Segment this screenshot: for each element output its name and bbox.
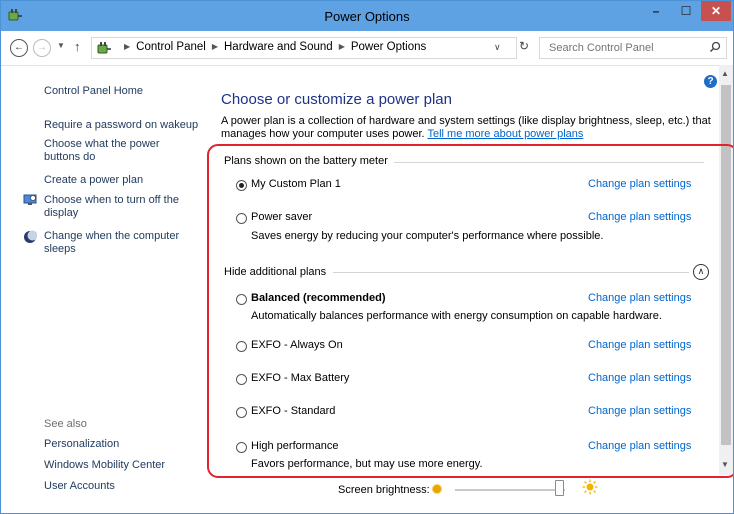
plan-name: Balanced (recommended) bbox=[251, 292, 386, 304]
change-plan-settings-link[interactable]: Change plan settings bbox=[588, 440, 691, 452]
require-password-link[interactable]: Require a password on wakeup bbox=[44, 119, 204, 132]
change-plan-settings-link[interactable]: Change plan settings bbox=[588, 405, 691, 417]
change-plan-settings-link[interactable]: Change plan settings bbox=[588, 339, 691, 351]
plan-name: High performance bbox=[251, 440, 339, 452]
group-divider bbox=[394, 162, 704, 163]
forward-arrow-icon[interactable]: → bbox=[33, 39, 51, 57]
see-also-heading: See also bbox=[44, 418, 87, 430]
brightness-high-icon bbox=[582, 479, 598, 495]
plan-name: Power saver bbox=[251, 211, 313, 223]
hide-additional-plans-label: Hide additional plans bbox=[224, 266, 327, 278]
computer-sleeps-link[interactable]: Change when the computer sleeps bbox=[44, 230, 189, 256]
plan-name: EXFO - Standard bbox=[251, 405, 336, 417]
plan-radio-high-performance[interactable] bbox=[236, 442, 247, 453]
scroll-thumb[interactable] bbox=[721, 85, 731, 445]
search-icon[interactable] bbox=[709, 41, 721, 53]
breadcrumb-power-options[interactable]: Power Options bbox=[351, 41, 426, 53]
main-content: ? Choose or customize a power plan A pow… bbox=[211, 65, 719, 513]
address-toolbar: ← → ▼ ↑ ▶ Control Panel ▶ Hardware and Soun… bbox=[1, 31, 733, 66]
monitor-icon bbox=[23, 194, 37, 205]
plan-radio-power-saver[interactable] bbox=[236, 213, 247, 224]
maximize-button[interactable]: ☐ bbox=[672, 1, 700, 21]
group-divider bbox=[333, 272, 689, 273]
search-box[interactable] bbox=[539, 37, 727, 59]
close-button[interactable]: ✕ bbox=[701, 1, 731, 21]
tell-me-more-link[interactable]: Tell me more about power plans bbox=[427, 128, 583, 140]
collapse-chevron-up-icon[interactable]: ∧ bbox=[693, 264, 709, 280]
screen-brightness-label: Screen brightness: bbox=[338, 484, 430, 496]
control-panel-icon bbox=[97, 42, 111, 54]
change-plan-settings-link[interactable]: Change plan settings bbox=[588, 211, 691, 223]
plan-name: EXFO - Always On bbox=[251, 339, 343, 351]
help-icon[interactable]: ? bbox=[704, 75, 717, 88]
window-title: Power Options bbox=[324, 9, 410, 24]
breadcrumb-hardware-and-sound[interactable]: Hardware and Sound bbox=[224, 41, 333, 53]
power-buttons-link[interactable]: Choose what the power buttons do bbox=[44, 138, 184, 164]
plan-radio-exfo-standard[interactable] bbox=[236, 407, 247, 418]
brightness-slider-track[interactable] bbox=[455, 489, 565, 491]
plan-radio-exfo-always-on[interactable] bbox=[236, 341, 247, 352]
windows-mobility-center-link[interactable]: Windows Mobility Center bbox=[44, 459, 204, 472]
power-options-window: Power Options – ☐ ✕ ← → ▼ ↑ ▶ Control Pan… bbox=[0, 0, 734, 514]
change-plan-settings-link[interactable]: Change plan settings bbox=[588, 372, 691, 384]
plan-radio-my-custom-plan[interactable] bbox=[236, 180, 247, 191]
search-input[interactable] bbox=[540, 38, 709, 58]
control-panel-home-link[interactable]: Control Panel Home bbox=[44, 85, 204, 98]
intro-text: A power plan is a collection of hardware… bbox=[221, 115, 713, 141]
plan-description: Favors performance, but may use more ene… bbox=[251, 458, 483, 470]
address-bar[interactable]: ▶ Control Panel ▶ Hardware and Sound ▶ Power … bbox=[91, 37, 517, 59]
brightness-low-icon bbox=[433, 485, 441, 493]
back-arrow-icon[interactable]: ← bbox=[10, 39, 28, 57]
personalization-link[interactable]: Personalization bbox=[44, 438, 204, 451]
moon-icon bbox=[24, 230, 37, 243]
breadcrumb-separator-icon[interactable]: ▶ bbox=[124, 42, 130, 51]
battery-meter-group-label: Plans shown on the battery meter bbox=[224, 155, 388, 167]
breadcrumb-control-panel[interactable]: Control Panel bbox=[136, 41, 206, 53]
user-accounts-link[interactable]: User Accounts bbox=[44, 480, 204, 493]
breadcrumb-separator-icon[interactable]: ▶ bbox=[339, 42, 345, 51]
address-dropdown-chevron-icon[interactable]: ∨ bbox=[494, 42, 501, 53]
change-plan-settings-link[interactable]: Change plan settings bbox=[588, 292, 691, 304]
plan-radio-balanced[interactable] bbox=[236, 294, 247, 305]
refresh-icon[interactable]: ↻ bbox=[519, 39, 529, 53]
plan-radio-exfo-max-battery[interactable] bbox=[236, 374, 247, 385]
create-power-plan-link[interactable]: Create a power plan bbox=[44, 174, 204, 187]
brightness-slider-thumb[interactable] bbox=[555, 480, 564, 496]
up-arrow-icon[interactable]: ↑ bbox=[74, 39, 81, 54]
plan-description: Automatically balances performance with … bbox=[251, 310, 662, 322]
change-plan-settings-link[interactable]: Change plan settings bbox=[588, 178, 691, 190]
vertical-scrollbar[interactable]: ▲ ▼ bbox=[719, 65, 733, 475]
recent-locations-chevron-icon[interactable]: ▼ bbox=[57, 41, 65, 50]
breadcrumb-separator-icon[interactable]: ▶ bbox=[212, 42, 218, 51]
breadcrumb: ▶ Control Panel ▶ Hardware and Sound ▶ Power … bbox=[118, 41, 426, 53]
scroll-down-chevron-icon[interactable]: ▼ bbox=[721, 460, 729, 469]
left-task-pane: Control Panel Home Require a password on… bbox=[1, 66, 206, 513]
minimize-button[interactable]: – bbox=[641, 1, 671, 21]
scroll-up-chevron-icon[interactable]: ▲ bbox=[721, 69, 729, 78]
plan-name: EXFO - Max Battery bbox=[251, 372, 350, 384]
turn-off-display-link[interactable]: Choose when to turn off the display bbox=[44, 194, 189, 220]
title-bar[interactable]: Power Options – ☐ ✕ bbox=[1, 1, 733, 31]
plan-description: Saves energy by reducing your computer's… bbox=[251, 230, 604, 242]
page-title: Choose or customize a power plan bbox=[221, 91, 452, 108]
plan-name: My Custom Plan 1 bbox=[251, 178, 341, 190]
